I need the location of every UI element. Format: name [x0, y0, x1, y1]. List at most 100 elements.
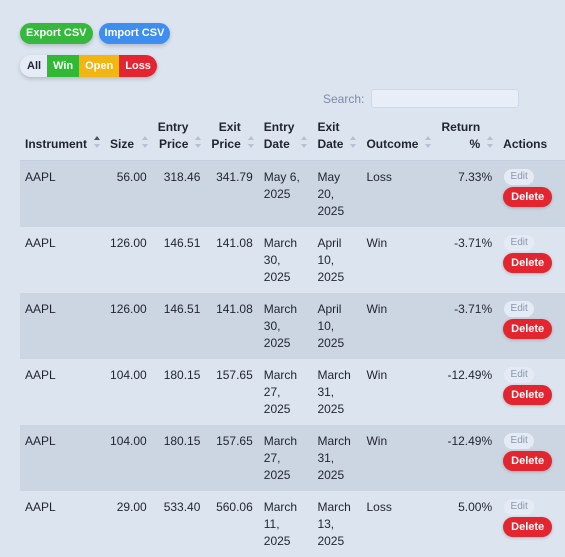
cell-entry-price: 146.51	[152, 293, 207, 359]
cell-return-pct: -12.49%	[436, 425, 499, 491]
cell-entry-date: March 27, 2025	[258, 425, 313, 491]
cell-size: 104.00	[105, 425, 153, 491]
cell-entry-price: 318.46	[152, 160, 207, 227]
table-row: AAPL 126.00 146.51 141.08 March 30, 2025 Apri…	[20, 293, 565, 359]
cell-outcome: Win	[361, 425, 437, 491]
delete-button[interactable]: Delete	[503, 319, 553, 339]
header-exit-date[interactable]: Exit Date	[312, 114, 362, 161]
edit-button[interactable]: Edit	[504, 169, 535, 185]
cell-size: 29.00	[105, 491, 153, 557]
edit-button[interactable]: Edit	[504, 367, 535, 383]
cell-actions: Edit Delete	[498, 227, 565, 293]
table-row: AAPL 126.00 146.51 141.08 March 30, 2025 Apri…	[20, 227, 565, 293]
cell-instrument: AAPL	[20, 293, 106, 359]
filter-all-button[interactable]: All	[20, 55, 48, 77]
table-row: AAPL 29.00 533.40 560.06 March 11, 2025 March…	[20, 491, 565, 557]
sort-icon	[141, 136, 148, 148]
cell-exit-date: March 31, 2025	[312, 359, 362, 425]
trades-table: Instrument Size Entry Price Exit Price E…	[20, 114, 565, 557]
header-instrument[interactable]: Instrument	[20, 114, 106, 161]
cell-instrument: AAPL	[20, 359, 106, 425]
sort-ascending-icon	[94, 136, 101, 148]
edit-button[interactable]: Edit	[504, 235, 535, 251]
cell-entry-price: 180.15	[152, 425, 207, 491]
cell-instrument: AAPL	[20, 491, 106, 557]
cell-return-pct: -3.71%	[436, 227, 499, 293]
cell-actions: Edit Delete	[498, 491, 565, 557]
sort-icon	[301, 136, 308, 148]
cell-entry-date: May 6, 2025	[258, 160, 313, 227]
header-size[interactable]: Size	[105, 114, 153, 161]
edit-button[interactable]: Edit	[504, 499, 535, 515]
cell-exit-date: April 10, 2025	[312, 227, 362, 293]
search-label: Search:	[323, 92, 365, 106]
delete-button[interactable]: Delete	[503, 187, 553, 207]
header-entry-date[interactable]: Entry Date	[258, 114, 313, 161]
cell-entry-price: 146.51	[152, 227, 207, 293]
sort-icon	[350, 136, 357, 148]
cell-return-pct: 7.33%	[436, 160, 499, 227]
cell-size: 126.00	[105, 293, 153, 359]
cell-exit-price: 560.06	[206, 491, 259, 557]
cell-return-pct: 5.00%	[436, 491, 499, 557]
table-header-row: Instrument Size Entry Price Exit Price E…	[20, 114, 565, 161]
delete-button[interactable]: Delete	[503, 451, 553, 471]
cell-exit-price: 157.65	[206, 359, 259, 425]
cell-exit-date: May 20, 2025	[312, 160, 362, 227]
cell-instrument: AAPL	[20, 160, 106, 227]
sort-icon	[195, 136, 202, 148]
export-csv-button[interactable]: Export CSV	[20, 23, 93, 44]
cell-outcome: Loss	[361, 160, 437, 227]
delete-button[interactable]: Delete	[503, 517, 553, 537]
delete-button[interactable]: Delete	[503, 385, 553, 405]
header-entry-price[interactable]: Entry Price	[152, 114, 207, 161]
cell-outcome: Win	[361, 293, 437, 359]
cell-exit-date: March 13, 2025	[312, 491, 362, 557]
cell-entry-date: March 30, 2025	[258, 293, 313, 359]
cell-outcome: Win	[361, 227, 437, 293]
edit-button[interactable]: Edit	[504, 301, 535, 317]
table-row: AAPL 104.00 180.15 157.65 March 27, 2025 Marc…	[20, 425, 565, 491]
cell-outcome: Loss	[361, 491, 437, 557]
cell-size: 126.00	[105, 227, 153, 293]
sort-icon	[425, 136, 432, 148]
cell-exit-date: April 10, 2025	[312, 293, 362, 359]
sort-icon	[247, 136, 254, 148]
cell-size: 104.00	[105, 359, 153, 425]
cell-size: 56.00	[105, 160, 153, 227]
filter-loss-button[interactable]: Loss	[119, 55, 157, 77]
edit-button[interactable]: Edit	[504, 433, 535, 449]
cell-exit-price: 141.08	[206, 293, 259, 359]
cell-return-pct: -3.71%	[436, 293, 499, 359]
cell-exit-date: March 31, 2025	[312, 425, 362, 491]
cell-outcome: Win	[361, 359, 437, 425]
delete-button[interactable]: Delete	[503, 253, 553, 273]
cell-exit-price: 157.65	[206, 425, 259, 491]
header-outcome[interactable]: Outcome	[361, 114, 437, 161]
header-actions: Actions	[498, 114, 565, 161]
cell-return-pct: -12.49%	[436, 359, 499, 425]
cell-actions: Edit Delete	[498, 160, 565, 227]
sort-icon	[487, 136, 494, 148]
table-row: AAPL 56.00 318.46 341.79 May 6, 2025 May 20, …	[20, 160, 565, 227]
cell-exit-price: 341.79	[206, 160, 259, 227]
cell-entry-price: 180.15	[152, 359, 207, 425]
cell-actions: Edit Delete	[498, 359, 565, 425]
search-input[interactable]	[371, 89, 519, 108]
cell-actions: Edit Delete	[498, 425, 565, 491]
filter-open-button[interactable]: Open	[79, 55, 120, 77]
cell-entry-date: March 30, 2025	[258, 227, 313, 293]
toolbar: Export CSV Import CSV	[20, 23, 171, 44]
header-exit-price[interactable]: Exit Price	[206, 114, 259, 161]
cell-entry-date: March 11, 2025	[258, 491, 313, 557]
cell-instrument: AAPL	[20, 227, 106, 293]
cell-actions: Edit Delete	[498, 293, 565, 359]
cell-entry-price: 533.40	[152, 491, 207, 557]
import-csv-button[interactable]: Import CSV	[98, 23, 171, 44]
header-return-pct[interactable]: Return %	[436, 114, 499, 161]
cell-instrument: AAPL	[20, 425, 106, 491]
filter-win-button[interactable]: Win	[47, 55, 80, 77]
table-row: AAPL 104.00 180.15 157.65 March 27, 2025 Marc…	[20, 359, 565, 425]
cell-exit-price: 141.08	[206, 227, 259, 293]
outcome-filter-group: All Win Open Loss	[20, 55, 157, 77]
